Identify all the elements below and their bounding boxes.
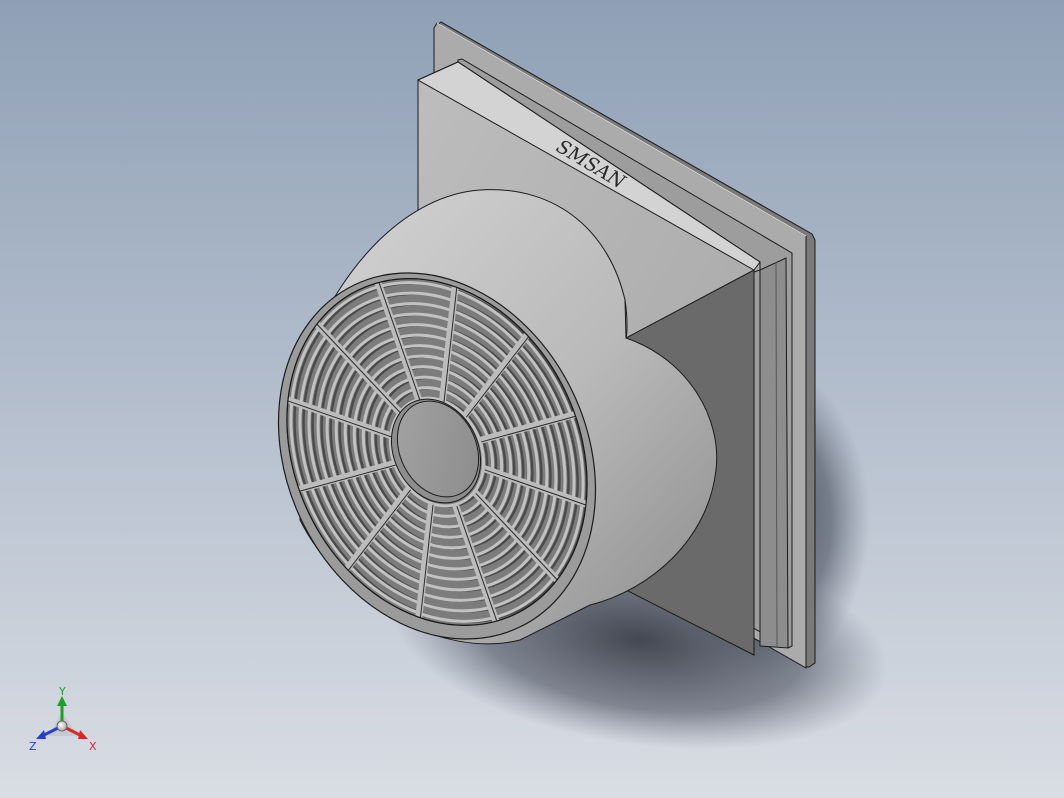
orientation-triad[interactable]: Y X Z — [26, 684, 104, 756]
z-axis-label: Z — [29, 740, 37, 753]
model-view[interactable]: SMSAN — [0, 0, 1064, 798]
graphics-viewport[interactable]: SMSAN Y X Z — [0, 0, 1064, 798]
triad-origin — [56, 720, 68, 732]
x-axis-label: X — [89, 740, 97, 753]
x-axis-arrow-icon — [78, 730, 88, 739]
y-axis-label: Y — [58, 685, 66, 698]
z-axis-arrow-icon — [36, 730, 46, 739]
